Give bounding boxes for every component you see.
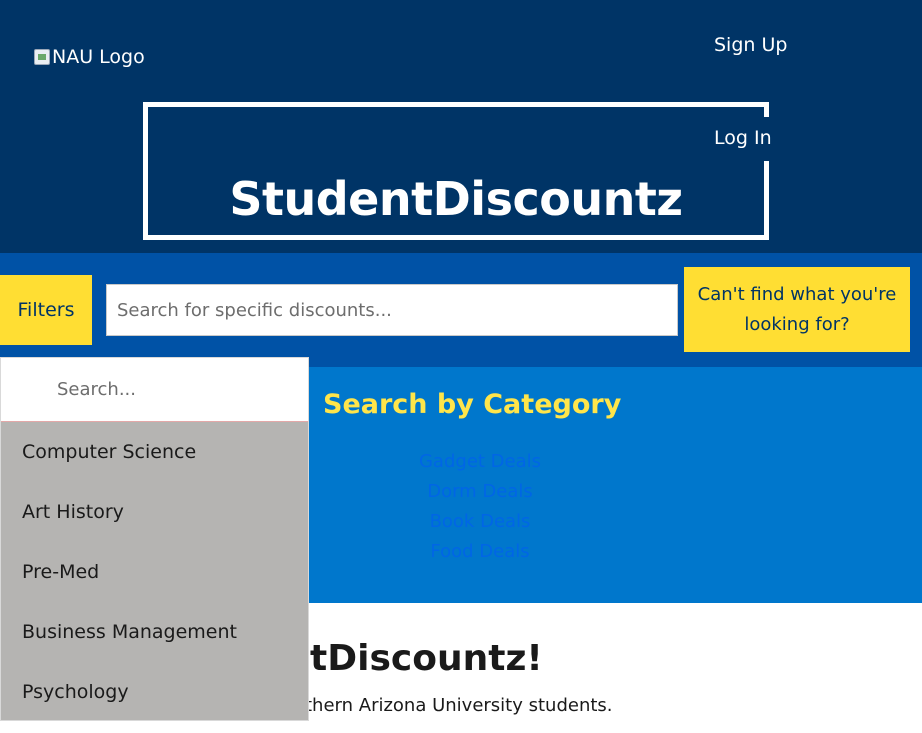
filters-dropdown: Computer Science Art History Pre-Med Bus… (0, 357, 309, 721)
page: NAU Logo Sign Up Log In StudentDiscountz… (0, 0, 922, 733)
category-link-food[interactable]: Food Deals (380, 537, 580, 567)
filter-item-computer-science[interactable]: Computer Science (1, 422, 308, 482)
logo-alt-text: NAU Logo (52, 46, 145, 68)
filter-item-business-management[interactable]: Business Management (1, 602, 308, 662)
discount-search-input[interactable] (106, 284, 678, 336)
filter-item-pre-med[interactable]: Pre-Med (1, 542, 308, 602)
site-title: StudentDiscountz (229, 172, 683, 226)
category-link-gadget[interactable]: Gadget Deals (380, 447, 580, 477)
search-bar: Filters Can't find what you're looking f… (0, 253, 922, 367)
broken-image-icon (34, 49, 50, 65)
log-in-link[interactable]: Log In (714, 127, 772, 149)
sign-up-link[interactable]: Sign Up (714, 34, 787, 56)
filter-list: Computer Science Art History Pre-Med Bus… (1, 422, 308, 722)
filter-item-psychology[interactable]: Psychology (1, 662, 308, 722)
filter-search-input[interactable] (1, 358, 308, 422)
category-link-book[interactable]: Book Deals (380, 507, 580, 537)
category-heading: Search by Category (323, 389, 622, 420)
welcome-text: r Northern Arizona University students. (260, 695, 613, 716)
site-header: NAU Logo Sign Up Log In StudentDiscountz (0, 0, 922, 253)
filter-item-art-history[interactable]: Art History (1, 482, 308, 542)
nau-logo[interactable]: NAU Logo (34, 43, 145, 71)
cant-find-button[interactable]: Can't find what you're looking for? (684, 267, 910, 352)
category-links: Gadget Deals Dorm Deals Book Deals Food … (380, 447, 580, 567)
filters-button[interactable]: Filters (0, 275, 92, 345)
category-link-dorm[interactable]: Dorm Deals (380, 477, 580, 507)
